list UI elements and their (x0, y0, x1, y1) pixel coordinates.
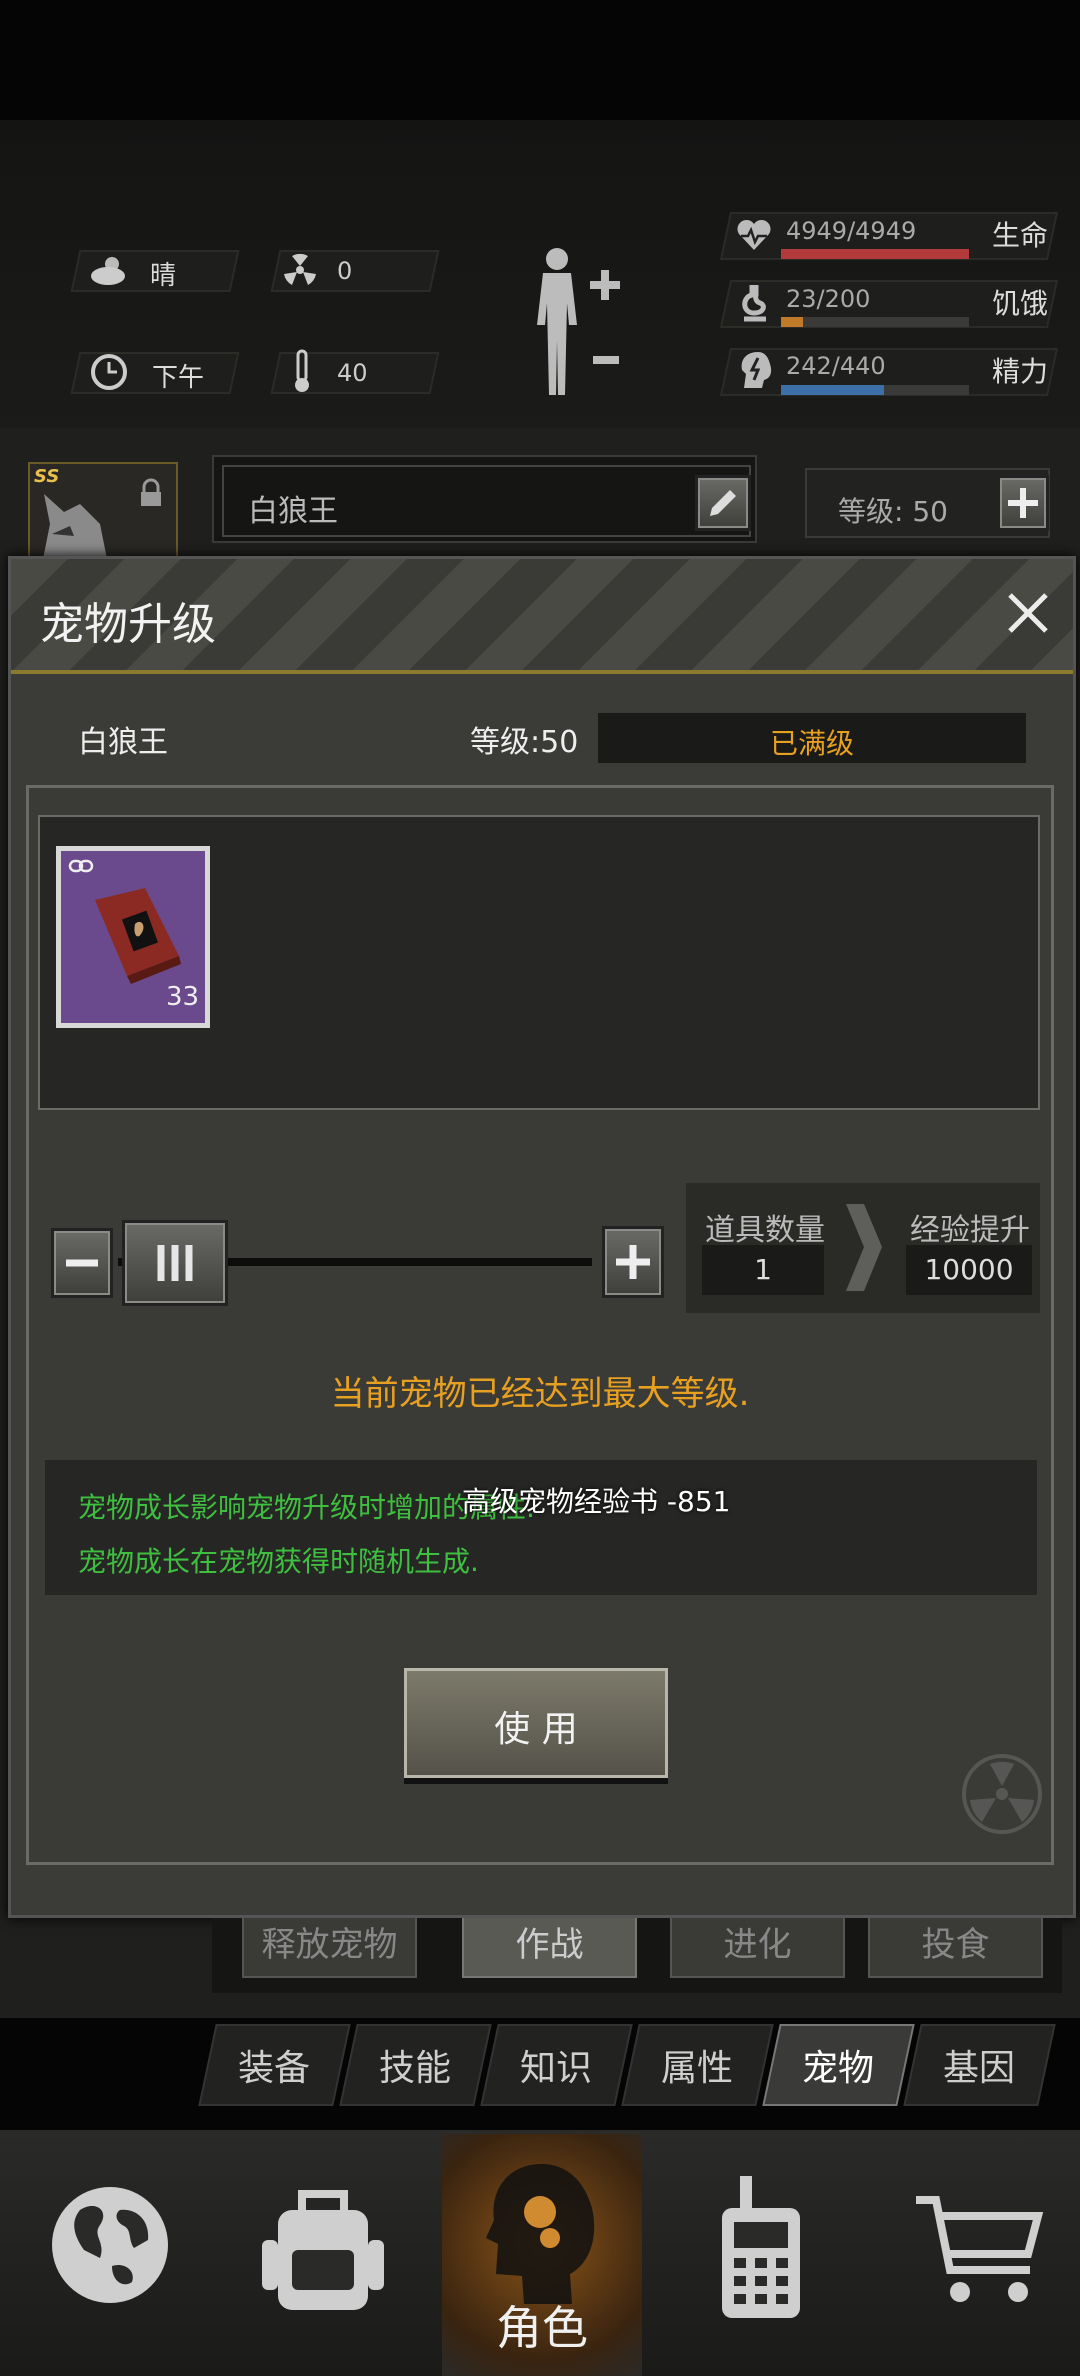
dialog-title: 宠物升级 (40, 599, 216, 650)
pet-action-bar: 释放宠物 作战 进化 投食 (212, 1918, 1062, 1993)
growth-info-line2: 宠物成长在宠物获得时随机生成. (78, 1545, 479, 1578)
release-pet-button[interactable]: 释放宠物 (242, 1918, 417, 1978)
tab-pet[interactable]: 宠物 (762, 2024, 915, 2106)
item-name-tooltip: 高级宠物经验书 -851 (462, 1485, 731, 1518)
life-label: 生命 (992, 219, 1049, 252)
battle-button[interactable]: 作战 (462, 1918, 637, 1978)
evolve-button[interactable]: 进化 (670, 1918, 845, 1978)
level-plus-button[interactable] (997, 475, 1049, 531)
quantity-slider-handle[interactable] (122, 1220, 228, 1306)
heart-icon (735, 216, 773, 254)
close-icon[interactable] (1000, 585, 1056, 641)
clock-icon (90, 353, 128, 391)
body-figure-icon[interactable] (525, 245, 625, 400)
lock-icon[interactable] (138, 478, 164, 508)
tab-attributes[interactable]: 属性 (621, 2024, 774, 2106)
energy-head-icon (738, 350, 774, 390)
hunger-value: 23/200 (786, 285, 871, 313)
nav-world-map[interactable] (40, 2170, 180, 2320)
cloud-sun-icon (88, 252, 132, 288)
link-icon (68, 858, 94, 874)
tab-knowledge[interactable]: 知识 (480, 2024, 633, 2106)
radiation-value: 0 (337, 257, 353, 285)
edit-name-button[interactable] (695, 475, 751, 531)
feed-button[interactable]: 投食 (868, 1918, 1043, 1978)
tab-skills[interactable]: 技能 (339, 2024, 492, 2106)
max-level-badge: 已满级 (769, 727, 854, 760)
weather-label: 晴 (150, 261, 177, 291)
use-button-label: 使 用 (494, 1709, 578, 1750)
tab-genes[interactable]: 基因 (903, 2024, 1056, 2106)
radiation-icon (282, 252, 318, 288)
thermometer-icon (290, 349, 314, 395)
exp-label: 经验提升 (910, 1213, 1030, 1248)
exp-value: 10000 (924, 1253, 1014, 1286)
dialog-pet-name: 白狼王 (78, 725, 168, 760)
hunger-label: 饥饿 (992, 287, 1049, 320)
pet-rank-badge: SS (34, 466, 60, 487)
radiation-watermark-icon (960, 1752, 1044, 1836)
item-count: 33 (166, 982, 200, 1012)
nav-radio[interactable] (706, 2172, 816, 2322)
life-value: 4949/4949 (786, 217, 917, 245)
tab-equipment[interactable]: 装备 (198, 2024, 351, 2106)
quantity-plus-button[interactable] (602, 1226, 664, 1298)
nav-backpack[interactable] (258, 2180, 388, 2320)
chevron-right-icon (838, 1200, 888, 1295)
energy-bar (781, 385, 969, 395)
nav-shop-cart[interactable] (910, 2180, 1050, 2320)
life-bar (781, 249, 969, 259)
quantity-minus-button[interactable] (51, 1228, 113, 1298)
quantity-label: 道具数量 (705, 1213, 825, 1248)
pet-name-text: 白狼王 (248, 494, 338, 529)
max-level-message: 当前宠物已经达到最大等级. (330, 1374, 750, 1414)
pet-level-text: 等级: 50 (838, 495, 948, 528)
energy-value: 242/440 (786, 352, 886, 380)
dialog-level-text: 等级:50 (470, 725, 579, 760)
time-label: 下午 (152, 363, 205, 393)
quantity-value: 1 (754, 1253, 772, 1286)
nav-character-label: 角色 (496, 2301, 588, 2355)
energy-label: 精力 (992, 355, 1049, 388)
temperature-value: 40 (337, 359, 368, 387)
stomach-icon (738, 283, 772, 323)
exp-book-icon (75, 880, 195, 990)
hunger-bar (781, 317, 969, 327)
